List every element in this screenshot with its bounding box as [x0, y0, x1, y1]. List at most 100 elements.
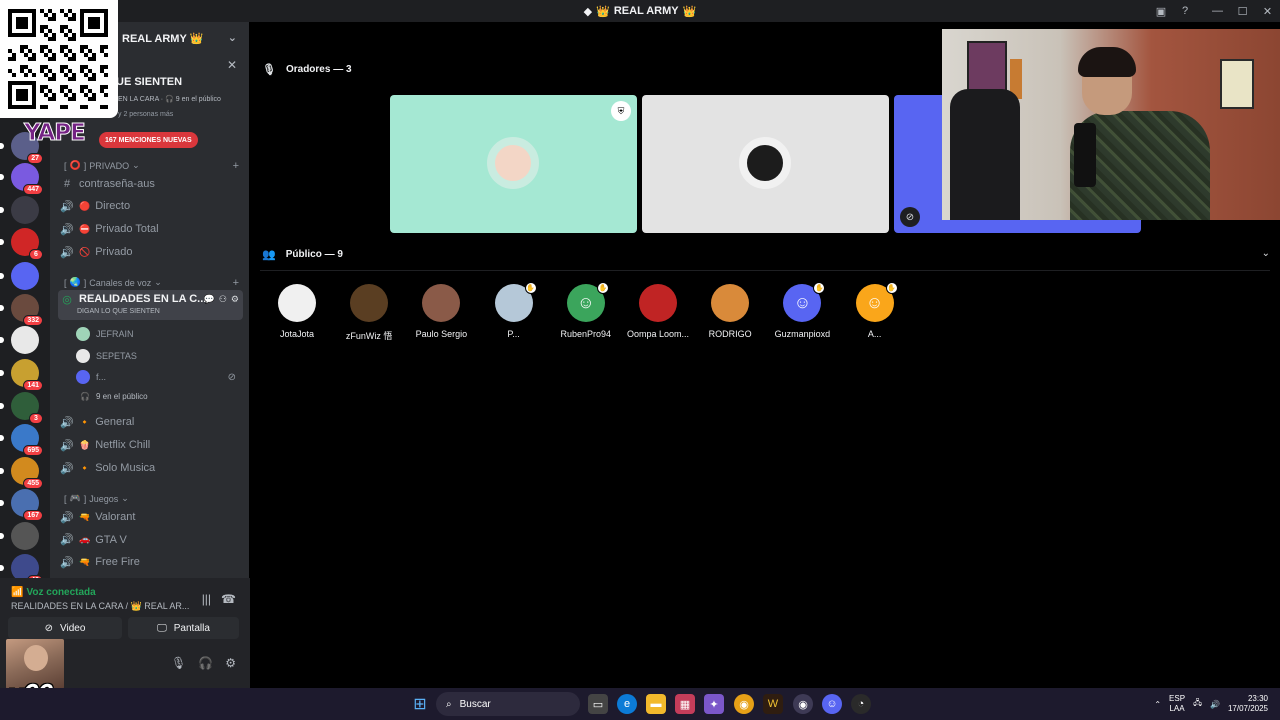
server-icon[interactable]: [0, 326, 39, 354]
new-mentions-pill[interactable]: 167 MENCIONES NUEVAS: [99, 132, 198, 148]
noise-suppression-icon[interactable]: |||: [202, 592, 211, 606]
crown-icon: 👑: [596, 5, 610, 18]
maximize-button[interactable]: ☐: [1230, 0, 1255, 22]
task-view-icon[interactable]: ▭: [588, 694, 608, 714]
copilot-icon[interactable]: ✦: [704, 694, 724, 714]
audience-member[interactable]: ✋ P...: [478, 282, 550, 339]
speaker-icon: 🔊: [60, 439, 74, 452]
channel-game-1[interactable]: 🔊 🚗 GTA V: [58, 530, 243, 550]
voice-location[interactable]: REALIDADES EN LA CARA / 👑 REAL AR...: [11, 601, 189, 612]
chat-icon[interactable]: 💬: [204, 294, 215, 305]
voice-member[interactable]: f... ⊘: [76, 370, 236, 384]
audience-member[interactable]: Oompa Loom...: [622, 284, 694, 339]
volume-icon[interactable]: 🔊: [1210, 700, 1220, 709]
chevron-down-icon[interactable]: ⌄: [228, 31, 237, 44]
network-icon[interactable]: 🖧: [1193, 697, 1202, 711]
minimize-button[interactable]: —: [1205, 0, 1230, 22]
channel-game-0[interactable]: 🔊 🔫 Valorant: [58, 507, 243, 527]
unread-indicator: [0, 533, 4, 539]
channel-label: Privado Total: [95, 223, 159, 235]
server-icon[interactable]: 3: [0, 392, 43, 424]
server-icon[interactable]: 455: [0, 457, 43, 489]
event-channel: EN LA CARA: [118, 96, 159, 103]
category-privado[interactable]: [ ⭕ ] PRIVADO ⌄ +: [64, 160, 239, 172]
speaker-tile[interactable]: [642, 95, 889, 233]
channel-voice-0[interactable]: 🔊 🔸 General: [58, 412, 243, 432]
server-icon[interactable]: 141: [0, 359, 43, 391]
voice-member[interactable]: SEPETAS: [76, 348, 236, 363]
help-icon[interactable]: ?: [1173, 0, 1197, 22]
channel-private-2[interactable]: 🔊 🚫 Privado: [58, 242, 243, 262]
category-juegos[interactable]: [ 🎮 ] Juegos ⌄: [64, 493, 239, 504]
channel-emoji: ⛔: [79, 223, 91, 234]
voice-status-text[interactable]: Voz conectada: [26, 587, 95, 598]
add-channel-icon[interactable]: +: [233, 160, 239, 172]
clock[interactable]: 23:30 17/07/2025: [1228, 694, 1268, 715]
disconnect-icon[interactable]: ☎: [221, 592, 236, 606]
speakers-header-text: Oradores — 3: [285, 64, 352, 75]
audience-member[interactable]: ☺ ✋ RubenPro94: [550, 282, 622, 339]
user-controls: 🎙 🎧 ⚙: [171, 656, 236, 670]
close-icon[interactable]: ✕: [227, 58, 237, 72]
speaker-tile[interactable]: ⛨: [390, 95, 637, 233]
audience-member[interactable]: Paulo Sergio: [405, 284, 477, 339]
server-icon[interactable]: 167: [0, 489, 43, 521]
taskbar-search[interactable]: ⌕ Buscar: [436, 692, 580, 716]
screen-share-button[interactable]: 🖵 Pantalla: [128, 617, 239, 639]
windows-start-icon[interactable]: ⊞: [410, 694, 430, 714]
unread-indicator: [0, 207, 4, 213]
inbox-icon[interactable]: ▣: [1149, 0, 1173, 22]
unread-indicator: [0, 273, 4, 279]
audience-member[interactable]: RODRIGO: [694, 284, 766, 339]
audience-member[interactable]: zFunWiz 悟: [333, 284, 405, 342]
channel-game-2[interactable]: 🔊 🔫 Free Fire: [58, 552, 243, 572]
channel-contrasena[interactable]: # contraseña-aus: [58, 174, 243, 194]
raised-hand-icon: ✋: [885, 282, 898, 294]
gaming-chair: [950, 89, 1020, 220]
audience-member[interactable]: ☺ ✋ Guzmanpioxd: [766, 282, 838, 339]
server-icon[interactable]: [0, 262, 39, 290]
gear-icon[interactable]: ⚙: [231, 294, 239, 305]
video-button[interactable]: ⊘ Video: [8, 617, 122, 639]
add-channel-icon[interactable]: +: [233, 277, 239, 289]
channel-realidades[interactable]: ◎ REALIDADES EN LA C... DIGAN LO QUE SIE…: [58, 290, 243, 320]
discord-icon[interactable]: ☺: [822, 694, 842, 714]
gear-icon[interactable]: ⚙: [225, 656, 236, 670]
chevron-down-icon[interactable]: ⌄: [1262, 248, 1270, 259]
mention-badge: 3: [29, 413, 43, 424]
chrome-profile-icon[interactable]: ◉: [793, 694, 813, 714]
channel-label: contraseña-aus: [79, 178, 155, 190]
server-icon[interactable]: 447: [0, 163, 43, 195]
channel-private-0[interactable]: 🔊 🔴 Directo: [58, 196, 243, 216]
mic-icon[interactable]: 🎙: [171, 656, 186, 670]
server-icon[interactable]: [0, 522, 39, 550]
channel-audience[interactable]: 🎧 9 en el público: [80, 392, 148, 401]
avatar: [422, 284, 461, 322]
server-icon[interactable]: 6: [0, 228, 43, 260]
channel-private-1[interactable]: 🔊 ⛔ Privado Total: [58, 219, 243, 239]
headphones-icon[interactable]: 🎧: [198, 656, 213, 670]
server-icon[interactable]: [0, 196, 39, 224]
audience-member[interactable]: ☺ ✋ A...: [839, 282, 911, 339]
game-launcher-icon[interactable]: W: [763, 694, 783, 714]
language-indicator[interactable]: ESP LAA: [1169, 694, 1185, 713]
gamepad-icon: 🎮: [69, 493, 81, 503]
channel-voice-1[interactable]: 🔊 🍿 Netflix Chill: [58, 435, 243, 455]
audience-member[interactable]: JotaJota: [261, 284, 333, 339]
channel-voice-2[interactable]: 🔊 🔸 Solo Musica: [58, 458, 243, 478]
voice-member[interactable]: JEFRAIN: [76, 327, 236, 341]
chrome-icon[interactable]: ◉: [734, 694, 754, 714]
folder-icon[interactable]: ▬: [646, 694, 666, 714]
category-voz[interactable]: [ 🌏 ] Canales de voz ⌄ +: [64, 277, 239, 289]
edge-icon[interactable]: e: [617, 694, 637, 714]
channel-label: Valorant: [95, 511, 136, 523]
server-icon[interactable]: 695: [0, 424, 43, 456]
audience-count: 9 en el público: [95, 392, 148, 401]
chevron-up-icon[interactable]: ⌃: [1154, 700, 1161, 709]
server-icon[interactable]: 332: [0, 294, 43, 326]
obs-icon[interactable]: ◔: [851, 694, 871, 714]
store-icon[interactable]: ▦: [675, 694, 695, 714]
chevron-down-icon: ⌄: [132, 160, 140, 170]
close-button[interactable]: ✕: [1255, 0, 1280, 22]
invite-icon[interactable]: ⚇: [219, 294, 227, 305]
